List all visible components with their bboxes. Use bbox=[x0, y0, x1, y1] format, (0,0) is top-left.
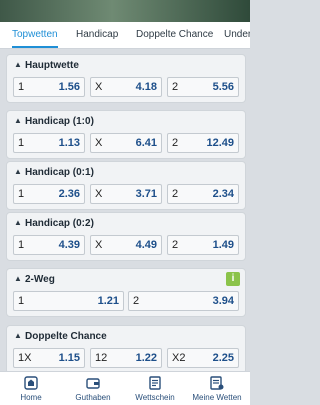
nav-label: Meine Wetten bbox=[192, 393, 242, 402]
tab-handicap[interactable]: Handicap bbox=[76, 22, 118, 48]
market-title: 2-Weg bbox=[25, 274, 55, 285]
market-title: Doppelte Chance bbox=[25, 331, 107, 342]
nav-home[interactable]: Home bbox=[0, 372, 62, 405]
collapse-caret-icon: ▲ bbox=[14, 167, 22, 176]
market-handicap-0-1: ▲ Handicap (0:1) 1 2.36 X 3.71 2 2.34 bbox=[6, 161, 246, 210]
header-banner-image bbox=[0, 0, 250, 22]
odds-button[interactable]: 1 1.13 bbox=[13, 133, 85, 153]
odds-button[interactable]: 1 4.39 bbox=[13, 235, 85, 255]
market-title: Hauptwette bbox=[25, 60, 79, 71]
market-title: Handicap (0:1) bbox=[25, 167, 94, 178]
collapse-caret-icon: ▲ bbox=[14, 218, 22, 227]
odds-button[interactable]: 2 12.49 bbox=[167, 133, 239, 153]
market-header[interactable]: ▲ 2-Weg i bbox=[7, 269, 245, 291]
nav-guthaben[interactable]: Guthaben bbox=[62, 372, 124, 405]
collapse-caret-icon: ▲ bbox=[14, 60, 22, 69]
market-2-weg: ▲ 2-Weg i 1 1.21 2 3.94 bbox=[6, 268, 246, 317]
odds-button[interactable]: 12 1.22 bbox=[90, 348, 162, 368]
market-handicap-1-0: ▲ Handicap (1:0) 1 1.13 X 6.41 2 12.49 bbox=[6, 110, 246, 159]
nav-wettschein[interactable]: Wettschein bbox=[124, 372, 186, 405]
market-header[interactable]: ▲ Handicap (1:0) bbox=[7, 111, 245, 133]
tab-doppelte-chance[interactable]: Doppelte Chance bbox=[136, 22, 213, 48]
betslip-icon bbox=[149, 376, 161, 390]
market-header[interactable]: ▲ Hauptwette bbox=[7, 55, 245, 77]
tab-topwetten[interactable]: Topwetten bbox=[12, 22, 58, 48]
nav-label: Wettschein bbox=[135, 393, 175, 402]
market-doppelte-chance: ▲ Doppelte Chance 1X 1.15 12 1.22 X2 2.25 bbox=[6, 325, 246, 371]
odds-button[interactable]: 2 2.34 bbox=[167, 184, 239, 204]
collapse-caret-icon: ▲ bbox=[14, 274, 22, 283]
odds-button[interactable]: 2 1.49 bbox=[167, 235, 239, 255]
nav-label: Home bbox=[20, 393, 42, 402]
market-title: Handicap (1:0) bbox=[25, 116, 94, 127]
odds-button[interactable]: X 3.71 bbox=[90, 184, 162, 204]
market-hauptwette: ▲ Hauptwette 1 1.56 X 4.18 2 5.56 bbox=[6, 54, 246, 103]
market-tabs: Topwetten Handicap Doppelte Chance Under… bbox=[0, 22, 250, 49]
my-bets-icon bbox=[210, 376, 224, 390]
nav-meine-wetten[interactable]: Meine Wetten bbox=[186, 372, 248, 405]
home-icon bbox=[24, 376, 38, 390]
odds-button[interactable]: X 6.41 bbox=[90, 133, 162, 153]
market-title: Handicap (0:2) bbox=[25, 218, 94, 229]
odds-button[interactable]: 1 1.56 bbox=[13, 77, 85, 97]
wallet-icon bbox=[86, 378, 100, 389]
market-handicap-0-2: ▲ Handicap (0:2) 1 4.39 X 4.49 2 1.49 bbox=[6, 212, 246, 261]
odds-button[interactable]: 1 2.36 bbox=[13, 184, 85, 204]
odds-button[interactable]: X2 2.25 bbox=[167, 348, 239, 368]
odds-button[interactable]: X 4.18 bbox=[90, 77, 162, 97]
tab-under-over[interactable]: Under/ bbox=[224, 22, 250, 48]
market-header[interactable]: ▲ Handicap (0:2) bbox=[7, 213, 245, 235]
info-icon[interactable]: i bbox=[226, 272, 240, 286]
nav-label: Guthaben bbox=[75, 393, 111, 402]
bottom-navigation: Home Guthaben Wettschein Meine Wetten bbox=[0, 371, 250, 405]
collapse-caret-icon: ▲ bbox=[14, 116, 22, 125]
collapse-caret-icon: ▲ bbox=[14, 331, 22, 340]
odds-button[interactable]: X 4.49 bbox=[90, 235, 162, 255]
market-header[interactable]: ▲ Handicap (0:1) bbox=[7, 162, 245, 184]
odds-button[interactable]: 1X 1.15 bbox=[13, 348, 85, 368]
market-header[interactable]: ▲ Doppelte Chance bbox=[7, 326, 245, 348]
odds-button[interactable]: 1 1.21 bbox=[13, 291, 124, 311]
odds-button[interactable]: 2 5.56 bbox=[167, 77, 239, 97]
odds-button[interactable]: 2 3.94 bbox=[128, 291, 239, 311]
market-list: ▲ Hauptwette 1 1.56 X 4.18 2 5.56 ▲ Handica… bbox=[0, 49, 250, 371]
